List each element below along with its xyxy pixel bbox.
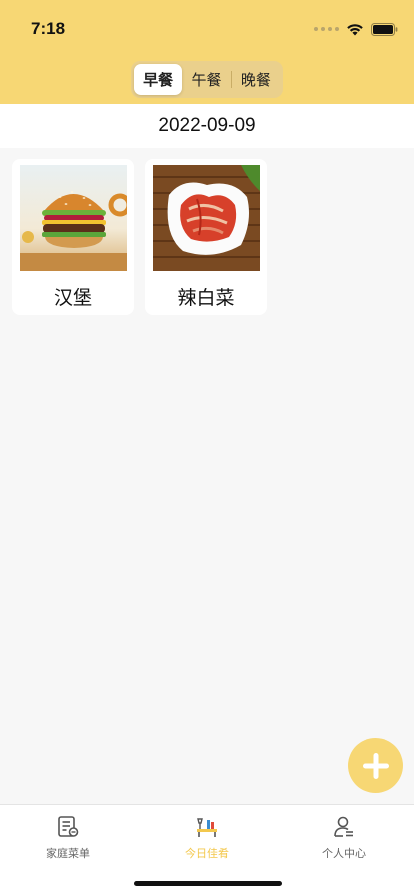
plus-icon bbox=[362, 752, 389, 779]
signal-icon bbox=[314, 27, 339, 31]
tab-lunch[interactable]: 午餐 bbox=[182, 64, 230, 95]
date-display[interactable]: 2022-09-09 bbox=[0, 104, 414, 148]
status-icons bbox=[314, 22, 398, 36]
wifi-icon bbox=[347, 23, 363, 35]
burger-image bbox=[19, 165, 127, 271]
tab-family-menu[interactable]: 家庭菜单 bbox=[23, 815, 113, 861]
status-bar: 7:18 bbox=[0, 0, 414, 56]
tab-label: 个人中心 bbox=[322, 847, 366, 860]
battery-icon bbox=[371, 22, 398, 36]
tab-breakfast[interactable]: 早餐 bbox=[134, 64, 183, 95]
menu-list-icon bbox=[58, 816, 79, 837]
tab-profile[interactable]: 个人中心 bbox=[299, 815, 389, 861]
dish-name: 汉堡 bbox=[53, 287, 92, 309]
tab-dinner[interactable]: 晚餐 bbox=[232, 64, 280, 95]
status-time: 7:18 bbox=[31, 19, 66, 38]
dish-name: 辣白菜 bbox=[177, 287, 235, 309]
dish-card-burger[interactable]: 汉堡 bbox=[12, 159, 134, 315]
home-indicator[interactable] bbox=[134, 881, 282, 886]
tab-label: 今日佳肴 bbox=[185, 847, 229, 860]
tab-today-dishes[interactable]: 今日佳肴 bbox=[162, 815, 252, 861]
dish-card-kimchi[interactable]: 辣白菜 bbox=[145, 159, 267, 315]
dish-grid: 汉堡 辣白菜 bbox=[12, 159, 267, 315]
user-icon bbox=[334, 816, 353, 837]
dining-table-icon bbox=[197, 818, 217, 837]
add-dish-button[interactable] bbox=[348, 738, 403, 793]
meal-segmented-control: 早餐 午餐 晚餐 bbox=[131, 61, 283, 98]
tab-label: 家庭菜单 bbox=[46, 847, 90, 860]
header-bar: 7:18 早餐 午餐 晚餐 bbox=[0, 0, 414, 104]
kimchi-image bbox=[152, 165, 260, 271]
